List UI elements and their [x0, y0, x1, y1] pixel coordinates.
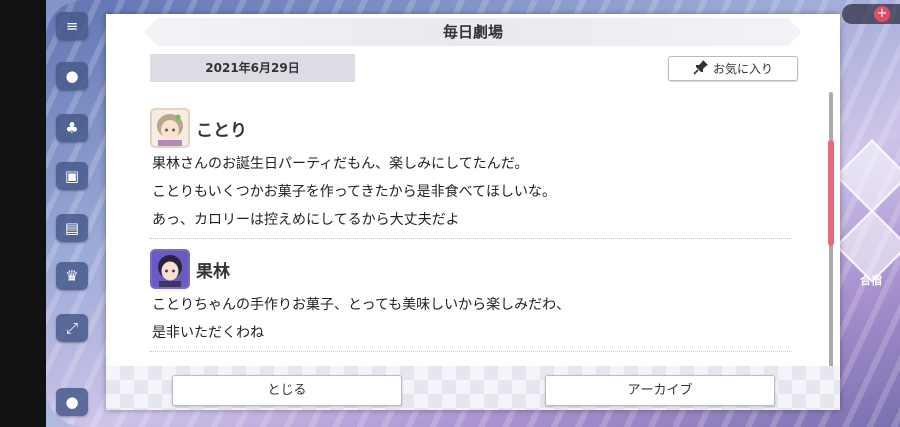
plus-icon[interactable]: +	[874, 6, 890, 22]
screen-edge	[0, 0, 46, 427]
trophy-icon[interactable]: ♛	[56, 262, 88, 290]
close-button[interactable]: とじる	[172, 375, 402, 406]
dialog-title: 毎日劇場	[442, 23, 503, 41]
favorite-button[interactable]: お気に入り	[668, 56, 798, 81]
divider	[150, 351, 792, 352]
currency-badge: +	[842, 4, 900, 24]
dialogue-line: ことりもいくつかお菓子を作ってきたから是非食べてほしいな。	[152, 184, 557, 200]
dialogue-line: あっ、カロリーは控えめにしてるから大丈夫だよ	[152, 212, 460, 228]
profile-icon[interactable]: ●	[56, 388, 88, 416]
favorite-label: お気に入り	[712, 62, 773, 76]
dialogue-entry: 果林 ことりちゃんの手作りお菓子、とっても美味しいから楽しみだわ、 是非いただく…	[150, 247, 796, 352]
dialogue-line: 是非いただくわね	[152, 325, 264, 341]
daily-theater-dialog: 毎日劇場 2021年6月29日 お気に入り ことり 果林さんのお誕生日パーティだ…	[106, 14, 840, 410]
speaker-name: 果林	[196, 261, 230, 282]
karin-avatar	[150, 249, 190, 289]
dialogue-line: ことりちゃんの手作りお菓子、とっても美味しいから楽しみだわ、	[152, 297, 571, 313]
speaker-name: ことり	[196, 120, 247, 141]
dialogue-line: 果林さんのお誕生日パーティだもん、楽しみにしてたんだ。	[152, 156, 529, 172]
expand-icon[interactable]: ⤢	[56, 314, 88, 342]
archive-button[interactable]: アーカイブ	[545, 375, 775, 406]
dialogue-scroll-area[interactable]: ことり 果林さんのお誕生日パーティだもん、楽しみにしてたんだ。 ことりもいくつか…	[150, 106, 796, 371]
board-icon[interactable]: ▤	[56, 214, 88, 242]
scrollbar-thumb[interactable]	[828, 140, 834, 246]
date-label: 2021年6月29日	[150, 54, 355, 82]
chat-icon[interactable]: ●	[56, 62, 88, 90]
dialogue-entry: ことり 果林さんのお誕生日パーティだもん、楽しみにしてたんだ。 ことりもいくつか…	[150, 106, 796, 239]
dialog-title-bar: 毎日劇場	[144, 18, 802, 46]
gift-icon[interactable]: ▣	[56, 162, 88, 190]
divider	[150, 238, 792, 239]
camp-label[interactable]: 合宿	[860, 272, 882, 288]
shirt-icon[interactable]: ♣	[56, 114, 88, 142]
kotori-avatar	[150, 108, 190, 148]
menu-icon[interactable]: ≡	[56, 12, 88, 40]
pin-icon	[693, 59, 709, 78]
left-menu-rail: ≡ ● ♣ ▣ ▤ ♛ ⤢ ●	[52, 0, 92, 427]
